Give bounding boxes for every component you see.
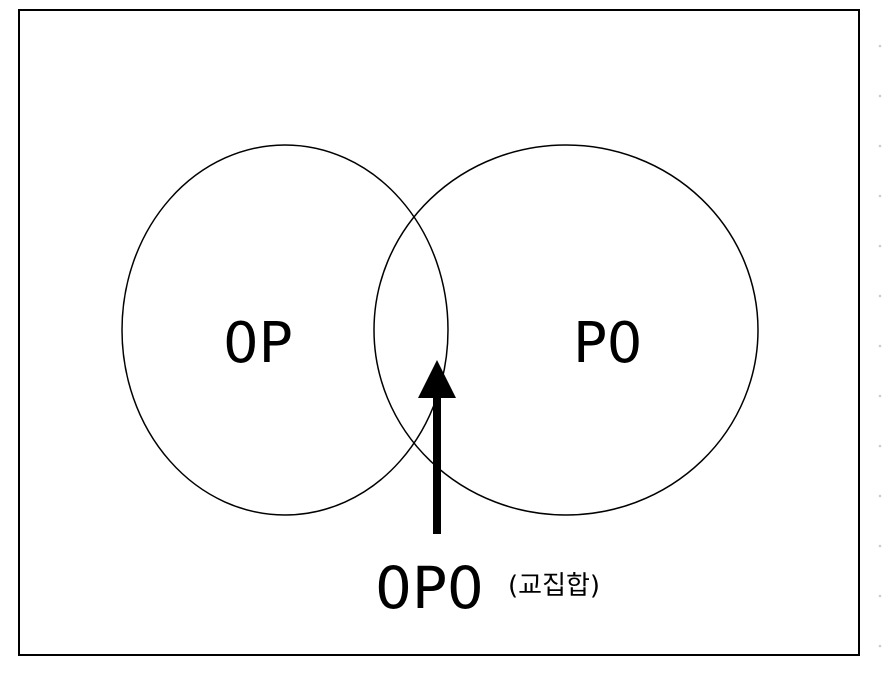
right-set-circle: [373, 144, 759, 516]
right-edge-dots: [878, 44, 882, 648]
venn-diagram: 0P P0 0P0 (교집합): [121, 44, 882, 648]
intersection-label: 0P0: [375, 554, 484, 622]
intersection-arrow: [418, 360, 456, 534]
intersection-note: (교집합): [508, 571, 600, 601]
right-set-label: P0: [573, 311, 642, 376]
left-set-label: 0P: [223, 311, 292, 376]
arrow-head-icon: [418, 360, 456, 398]
diagram-canvas: 0P P0 0P0 (교집합): [0, 0, 888, 674]
arrow-shaft: [433, 396, 441, 534]
